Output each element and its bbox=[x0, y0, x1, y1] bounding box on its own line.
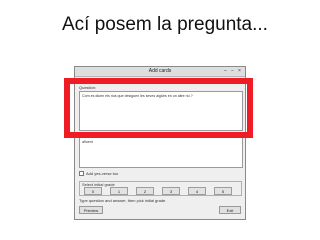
grade-4-button[interactable]: 4 bbox=[188, 187, 206, 195]
exit-button[interactable]: Exit bbox=[219, 206, 241, 214]
add-reverse-label: Add yes-verse too bbox=[86, 171, 119, 176]
close-icon[interactable]: × bbox=[238, 68, 241, 74]
grade-1-button[interactable]: 1 bbox=[110, 187, 128, 195]
window-titlebar: Add cards – − × bbox=[75, 67, 245, 77]
question-highlight-frame bbox=[64, 78, 253, 138]
window-title: Add cards bbox=[148, 68, 172, 74]
grade-5-button[interactable]: 5 bbox=[214, 187, 232, 195]
answer-text: afluent bbox=[82, 140, 93, 144]
hint-text: Type question and answer, then pick init… bbox=[79, 198, 167, 203]
grade-3-button[interactable]: 3 bbox=[162, 187, 180, 195]
grade-2-button[interactable]: 2 bbox=[136, 187, 154, 195]
grade-group: Select initial grade 0 1 2 3 4 5 bbox=[79, 181, 242, 196]
answer-field[interactable]: afluent bbox=[79, 137, 243, 168]
preview-button[interactable]: Preview bbox=[79, 206, 103, 214]
grade-0-button[interactable]: 0 bbox=[84, 187, 102, 195]
add-reverse-checkbox[interactable] bbox=[79, 171, 84, 176]
maximize-icon[interactable]: − bbox=[231, 68, 234, 74]
minimize-icon[interactable]: – bbox=[224, 68, 227, 74]
slide-title: Ací posem la pregunta... bbox=[62, 14, 268, 35]
